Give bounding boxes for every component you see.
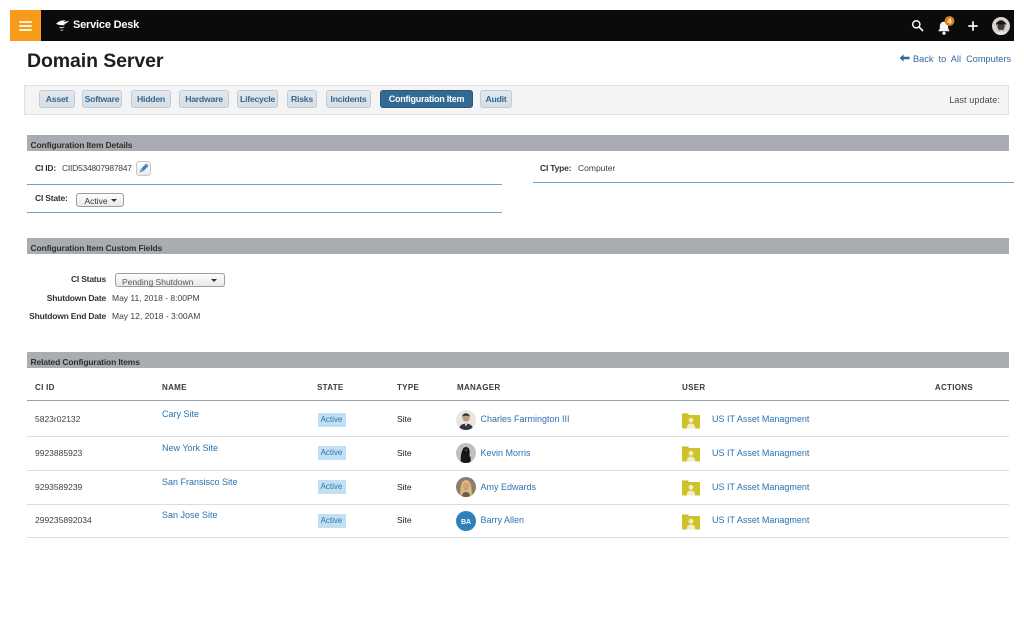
svg-text:BA: BA: [461, 518, 471, 525]
